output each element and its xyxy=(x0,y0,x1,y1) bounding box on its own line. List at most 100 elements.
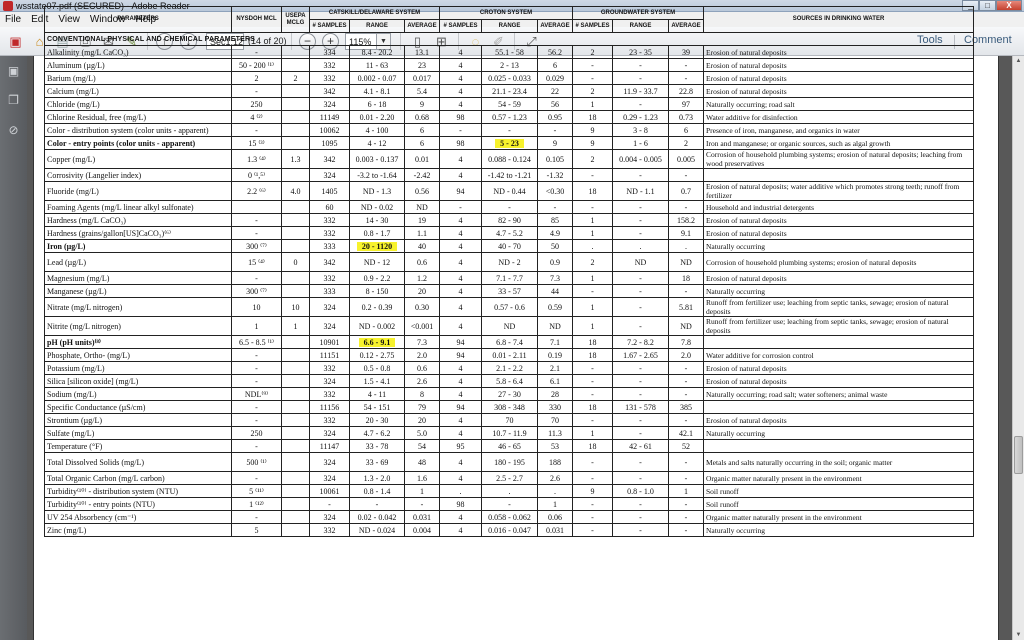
nysdoh-mcl-cell: 5 xyxy=(231,523,282,537)
scroll-down-icon[interactable]: ▼ xyxy=(1013,630,1024,640)
catskill-range-cell: 8 - 150 xyxy=(349,284,405,298)
groundwater-average-cell: 18 xyxy=(667,271,705,285)
lock-icon[interactable]: ▣ xyxy=(7,64,20,78)
table-row: Barium (mg/L) 2 2 332 0.002 - 0.07 0.017 4 0.02… xyxy=(44,71,975,85)
groundwater-average-cell: 52 xyxy=(667,439,705,453)
groundwater-range-cell: - xyxy=(612,471,669,485)
groundwater-average-cell: - xyxy=(667,471,705,485)
croton-samples-cell: 4 xyxy=(439,426,482,440)
table-row: Corrosivity (Langelier index) 0 ⁽¹,⁵⁾ 324-… xyxy=(44,168,975,182)
header-groundwater: GROUNDWATER SYSTEM xyxy=(571,6,705,20)
croton-average-cell: 2.6 xyxy=(537,471,573,485)
parameter-cell: Potassium (mg/L) xyxy=(44,361,232,375)
parameter-cell: Hardness (grains/gallon[US]CaCO₃)⁽⁶⁾ xyxy=(44,226,232,240)
croton-samples-cell: 4 xyxy=(439,252,482,272)
source-cell: Water additive for disinfection xyxy=(703,110,975,124)
groundwater-samples-cell: 1 xyxy=(572,271,613,285)
croton-samples-cell: 4 xyxy=(439,71,482,85)
groundwater-range-cell: ND xyxy=(612,252,669,272)
croton-range-cell: 0.025 - 0.033 xyxy=(481,71,538,85)
table-row: Sulfate (mg/L) 250 324 4.7 - 6.2 5.0 4 10.7 - … xyxy=(44,426,975,440)
catskill-range-cell: 4.1 - 8.1 xyxy=(349,84,405,98)
catskill-samples-cell: 333 xyxy=(309,284,350,298)
parameter-cell: Hardness (mg/L CaCO₃) xyxy=(44,213,232,227)
catskill-samples-cell: 1095 xyxy=(309,136,350,150)
catskill-average-cell: 23 xyxy=(404,58,440,72)
croton-range-cell: 10.7 - 11.9 xyxy=(481,426,538,440)
maximize-button[interactable]: □ xyxy=(979,0,996,11)
catskill-samples-cell: 324 xyxy=(309,452,350,472)
groundwater-average-cell: 0.73 xyxy=(667,110,705,124)
catskill-range-cell: 0.2 - 0.39 xyxy=(349,297,405,317)
nysdoh-mcl-cell: 15 ⁽⁴⁾ xyxy=(231,252,282,272)
usepa-mclg-cell xyxy=(281,523,310,537)
header-average: AVERAGE xyxy=(404,19,440,33)
groundwater-range-cell: 11.9 - 33.7 xyxy=(612,84,669,98)
usepa-mclg-cell xyxy=(281,239,310,253)
croton-average-cell: 6 xyxy=(537,58,573,72)
catskill-samples-cell: 332 xyxy=(309,387,350,401)
croton-samples-cell: 4 xyxy=(439,213,482,227)
parameter-cell: Sodium (mg/L) xyxy=(44,387,232,401)
catskill-average-cell: - xyxy=(404,497,440,511)
scroll-thumb[interactable] xyxy=(1014,436,1023,474)
catskill-range-cell: 0.5 - 0.8 xyxy=(349,361,405,375)
croton-range-cell: 54 - 59 xyxy=(481,97,538,111)
groundwater-average-cell: - xyxy=(667,71,705,85)
groundwater-samples-cell: - xyxy=(572,497,613,511)
croton-average-cell: 4.9 xyxy=(537,226,573,240)
groundwater-range-cell: - xyxy=(612,361,669,375)
groundwater-range-cell: - xyxy=(612,271,669,285)
groundwater-samples-cell: 9 xyxy=(572,136,613,150)
vertical-scrollbar[interactable]: ▲ ▼ xyxy=(1012,56,1024,640)
header-range: RANGE xyxy=(481,19,538,33)
catskill-samples-cell: 332 xyxy=(309,523,350,537)
highlighted-value: 6.6 - 9.1 xyxy=(358,337,396,347)
croton-range-cell: . xyxy=(481,484,538,498)
table-row: Color - entry points (color units - appa… xyxy=(44,136,975,150)
nysdoh-mcl-cell: 6.5 - 8.5 ⁽¹⁾ xyxy=(231,335,282,349)
croton-range-cell: 0.088 - 0.124 xyxy=(481,149,538,169)
nysdoh-mcl-cell: 10 xyxy=(231,297,282,317)
pages-icon[interactable]: ❐ xyxy=(7,93,20,107)
groundwater-average-cell: 7.8 xyxy=(667,335,705,349)
scroll-up-icon[interactable]: ▲ xyxy=(1013,56,1024,66)
table-row: Color - distribution system (color units… xyxy=(44,123,975,137)
croton-average-cell: 330 xyxy=(537,400,573,414)
nysdoh-mcl-cell: 15 ⁽³⁾ xyxy=(231,136,282,150)
croton-average-cell: 70 xyxy=(537,413,573,427)
menu-file[interactable]: File xyxy=(0,14,26,25)
groundwater-samples-cell: 2 xyxy=(572,252,613,272)
nysdoh-mcl-cell: - xyxy=(231,471,282,485)
close-button[interactable]: X xyxy=(996,0,1022,11)
create-pdf-icon[interactable]: ▣ xyxy=(6,32,25,51)
table-row: Fluoride (mg/L) 2.2 ⁽⁶⁾ 4.0 1405 ND - 1.3 0.5… xyxy=(44,181,975,201)
catskill-samples-cell: 11151 xyxy=(309,348,350,362)
groundwater-samples-cell: 18 xyxy=(572,348,613,362)
croton-samples-cell: 4 xyxy=(439,149,482,169)
catskill-average-cell: 79 xyxy=(404,400,440,414)
croton-average-cell: 188 xyxy=(537,452,573,472)
attachments-icon[interactable]: ⊘ xyxy=(7,123,20,137)
groundwater-samples-cell: 1 xyxy=(572,426,613,440)
navigation-pane: ▣ ❐ ⊘ xyxy=(0,56,27,640)
groundwater-samples-cell: 2 xyxy=(572,149,613,169)
parameter-cell: Strontium (µg/L) xyxy=(44,413,232,427)
nysdoh-mcl-cell: 1 xyxy=(231,316,282,336)
catskill-samples-cell: 324 xyxy=(309,297,350,317)
groundwater-samples-cell: - xyxy=(572,413,613,427)
groundwater-samples-cell: - xyxy=(572,58,613,72)
header-samples: # SAMPLES xyxy=(572,19,613,33)
usepa-mclg-cell xyxy=(281,413,310,427)
source-cell: Naturally occurring; road salt; water so… xyxy=(703,387,975,401)
usepa-mclg-cell xyxy=(281,348,310,362)
croton-range-cell: 5.8 - 6.4 xyxy=(481,374,538,388)
nysdoh-mcl-cell: 300 ⁽⁷⁾ xyxy=(231,284,282,298)
nysdoh-mcl-cell: - xyxy=(231,439,282,453)
groundwater-range-cell: - xyxy=(612,413,669,427)
catskill-samples-cell: 324 xyxy=(309,471,350,485)
parameter-cell: Total Dissolved Solids (mg/L) xyxy=(44,452,232,472)
croton-range-cell: -1.42 to -1.21 xyxy=(481,168,538,182)
croton-samples-cell: 4 xyxy=(439,97,482,111)
catskill-average-cell: 0.30 xyxy=(404,297,440,317)
